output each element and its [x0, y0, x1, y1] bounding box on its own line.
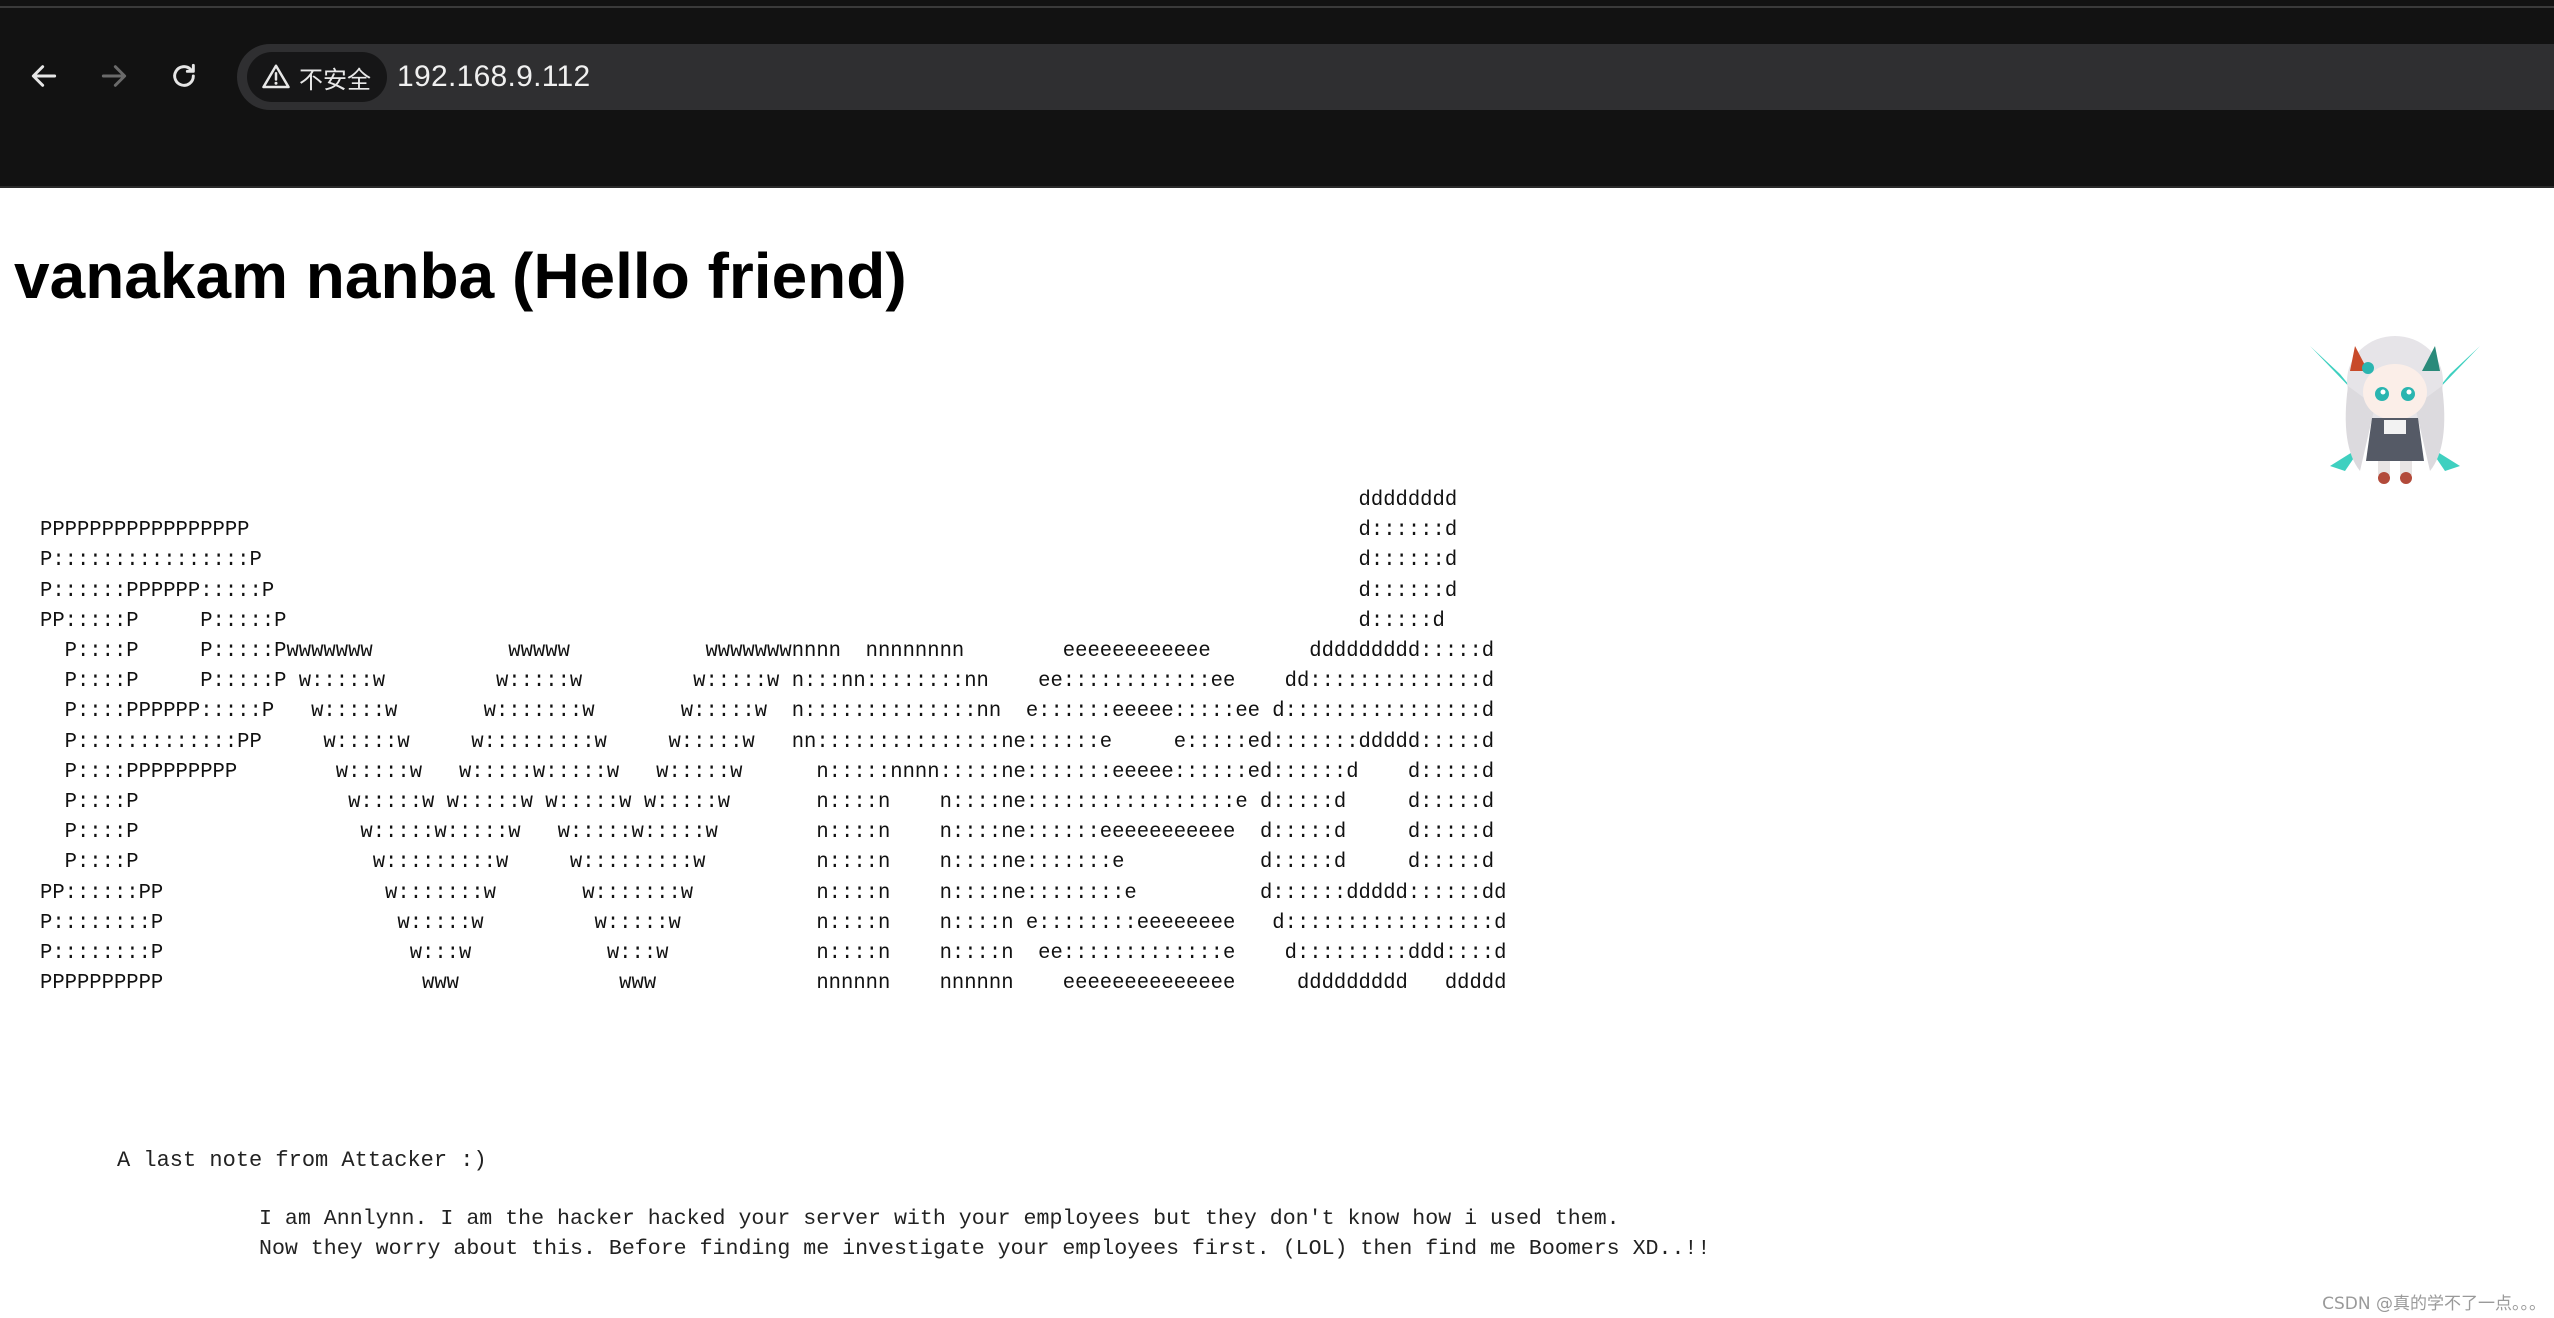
- browser-chrome: 不安全 192.168.9.112: [0, 0, 2554, 188]
- forward-arrow-icon: [101, 65, 127, 87]
- watermark-text: CSDN @真的学不了一点。。。: [2322, 1294, 2546, 1314]
- warning-triangle-icon: [262, 64, 290, 89]
- forward-button[interactable]: [90, 52, 138, 100]
- address-bar[interactable]: 不安全 192.168.9.112: [237, 44, 2554, 110]
- back-button[interactable]: [20, 52, 68, 100]
- anime-mascot-image: [2310, 336, 2480, 484]
- url-text[interactable]: 192.168.9.112: [397, 44, 591, 110]
- ascii-art-banner: dddddddd PPPPPPPPPPPPPPPPP d::::::d P:::…: [40, 488, 1507, 996]
- note-title: A last note from Attacker :): [117, 1148, 487, 1173]
- page-heading: vanakam nanba (Hello friend): [14, 240, 907, 312]
- security-label: 不安全: [299, 65, 371, 94]
- security-status-chip[interactable]: 不安全: [247, 52, 387, 102]
- note-line: I am Annlynn. I am the hacker hacked you…: [259, 1207, 1620, 1231]
- reload-icon: [173, 63, 195, 87]
- reload-button[interactable]: [160, 52, 208, 100]
- page-content: vanakam nanba (Hello friend) dddddddd PP…: [0, 188, 2554, 1318]
- back-arrow-icon: [31, 65, 57, 87]
- window-top-border: [0, 6, 2554, 8]
- note-line: Now they worry about this. Before findin…: [259, 1237, 1711, 1261]
